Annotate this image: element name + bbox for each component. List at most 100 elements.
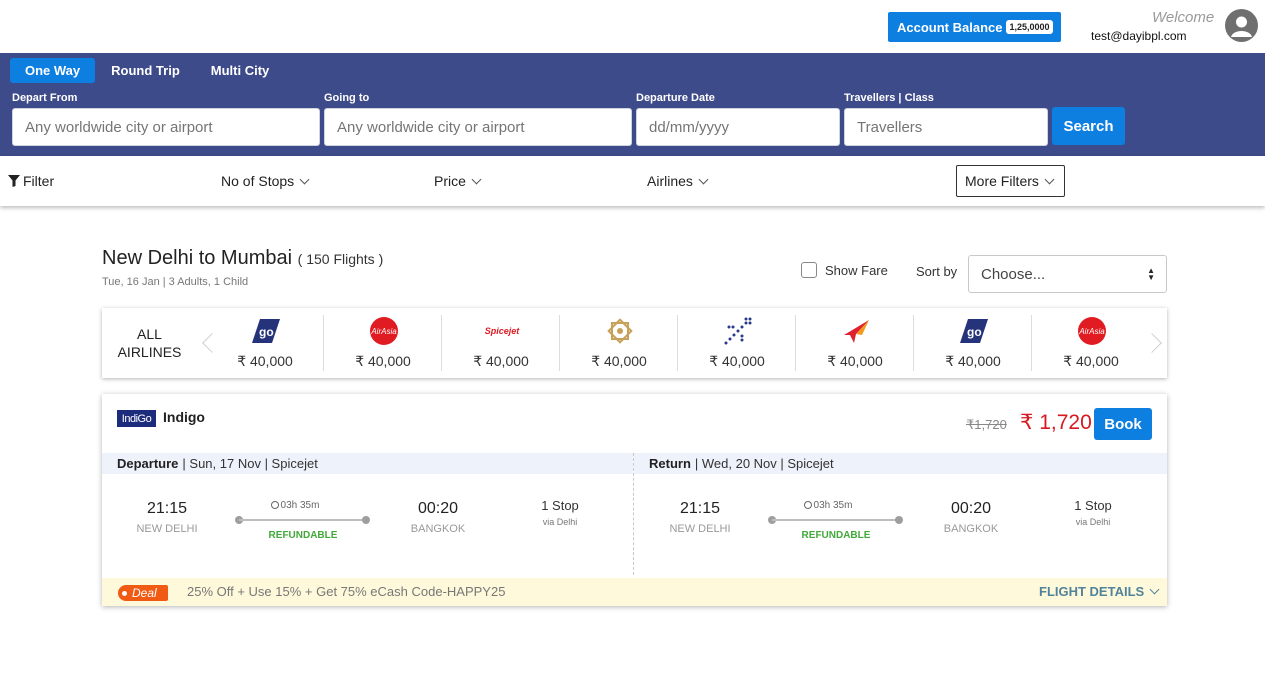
airlines-dropdown[interactable]: Airlines — [647, 173, 709, 189]
stops-count: 1 Stop — [541, 498, 579, 513]
all-airlines-line2: AIRLINES — [117, 344, 182, 360]
airline-filter-strip: ALL AIRLINES go ₹ 40,000 AirAsia ₹ 40,00… — [102, 308, 1167, 378]
book-button[interactable]: Book — [1094, 408, 1152, 440]
airline-price: ₹ 40,000 — [355, 353, 411, 369]
more-filters-button[interactable]: More Filters — [956, 165, 1065, 197]
airindia-logo-icon — [842, 317, 870, 345]
route-end-dot — [362, 516, 370, 524]
svg-text:AirAsia: AirAsia — [370, 327, 397, 336]
going-to-input[interactable] — [324, 108, 632, 146]
departure-time: 21:15 — [146, 500, 188, 517]
filter-bar: Filter No of Stops Price Airlines More F… — [0, 156, 1265, 206]
refundable-badge: REFUNDABLE — [268, 530, 338, 541]
goair-logo-icon: go — [960, 317, 988, 345]
route-line — [239, 519, 367, 521]
chevron-down-icon — [1149, 584, 1160, 595]
svg-text:go: go — [967, 325, 982, 339]
sort-by-label: Sort by — [916, 264, 958, 279]
flight-duration: 03h 35m — [778, 500, 878, 511]
filter-label: Filter — [23, 173, 55, 189]
user-avatar-icon[interactable] — [1225, 9, 1258, 42]
sort-select[interactable]: Choose... ▲ ▼ — [968, 255, 1167, 293]
deal-tag: Deal — [118, 585, 168, 601]
indigo-logo-icon — [724, 317, 752, 345]
show-fare-checkbox[interactable] — [801, 262, 817, 278]
airline-price: ₹ 40,000 — [709, 353, 765, 369]
flight-duration: 03h 35m — [245, 500, 345, 511]
clock-icon — [803, 501, 812, 509]
airline-option[interactable]: ₹ 40,000 — [796, 315, 914, 371]
going-to-label: Going to — [324, 92, 370, 104]
deal-text: 25% Off + Use 15% + Get 75% eCash Code-H… — [187, 584, 506, 599]
chevron-down-icon — [698, 174, 709, 184]
flight-result-card: IndiGo Indigo ₹1,720 ₹ 1,720 Book Depart… — [102, 394, 1167, 606]
tab-multi-city[interactable]: Multi City — [196, 58, 285, 83]
depart-from-input[interactable] — [12, 108, 320, 146]
flight-count: ( 150 Flights ) — [297, 251, 384, 267]
via-city: via Delhi — [1075, 517, 1111, 527]
trip-type-tabs: One Way Round Trip Multi City — [10, 58, 285, 83]
search-panel: One Way Round Trip Multi City Depart Fro… — [0, 53, 1265, 156]
travellers-input[interactable] — [844, 108, 1048, 146]
airasia-logo-icon: AirAsia — [370, 317, 398, 345]
route-line — [772, 519, 900, 521]
svg-text:AirAsia: AirAsia — [1078, 327, 1105, 336]
user-email: test@dayibpl.com — [1091, 29, 1187, 43]
airline-option[interactable]: AirAsia ₹ 40,000 — [324, 315, 442, 371]
flight-details-link[interactable]: FLIGHT DETAILS — [1039, 584, 1160, 599]
tab-round-trip[interactable]: Round Trip — [96, 58, 195, 83]
departure-label: Departure — [117, 456, 179, 471]
deal-tag-label: Deal — [132, 586, 157, 600]
duration-text: 03h 35m — [813, 500, 853, 511]
airline-option[interactable]: Spicejet ₹ 40,000 — [442, 315, 560, 371]
arrival-time: 00:20 — [417, 500, 459, 517]
airline-price: ₹ 40,000 — [237, 353, 293, 369]
chevron-down-icon — [299, 174, 310, 184]
departure-city: NEW DELHI — [669, 523, 731, 535]
stops-dropdown[interactable]: No of Stops — [221, 173, 310, 189]
airline-price: ₹ 40,000 — [945, 353, 1001, 369]
airline-option[interactable]: go ₹ 40,000 — [206, 315, 324, 371]
show-fare-label: Show Fare — [825, 262, 888, 278]
airline-option[interactable]: AirAsia ₹ 40,000 — [1032, 315, 1150, 371]
departure-info: | Sun, 17 Nov | Spicejet — [182, 456, 318, 471]
tab-one-way[interactable]: One Way — [10, 58, 96, 83]
airline-option[interactable]: go ₹ 40,000 — [914, 315, 1032, 371]
departure-date-label: Departure Date — [636, 92, 715, 104]
account-balance-label: Account Balance — [897, 19, 1003, 35]
airline-option[interactable]: ₹ 40,000 — [560, 315, 678, 371]
flight-details-label: FLIGHT DETAILS — [1039, 584, 1145, 599]
departure-city: NEW DELHI — [136, 523, 198, 535]
indigo-logo-icon: IndiGo — [117, 410, 156, 427]
airline-price: ₹ 40,000 — [473, 353, 529, 369]
account-balance-badge: 1,25,0000 — [1006, 20, 1053, 34]
arrival-time: 00:20 — [950, 500, 992, 517]
all-airlines-button[interactable]: ALL AIRLINES — [102, 325, 197, 361]
airlines-label: Airlines — [647, 173, 693, 189]
stops-count: 1 Stop — [1074, 498, 1112, 513]
departure-header: Departure | Sun, 17 Nov | Spicejet — [102, 453, 633, 474]
funnel-icon — [8, 175, 20, 187]
airasia-logo-icon: AirAsia — [1078, 317, 1106, 345]
route-subtitle: Tue, 16 Jan | 3 Adults, 1 Child — [102, 276, 249, 288]
top-header: Account Balance 1,25,0000 Welcome test@d… — [0, 0, 1265, 53]
arrival-city: BANGKOK — [410, 523, 466, 535]
price-dropdown[interactable]: Price — [434, 173, 482, 189]
return-info: | Wed, 20 Nov | Spicejet — [694, 456, 834, 471]
return-header: Return | Wed, 20 Nov | Spicejet — [634, 453, 1167, 474]
spicejet-logo-icon: Spicejet — [482, 317, 522, 345]
svg-text:go: go — [259, 325, 274, 339]
depart-from-label: Depart From — [12, 92, 78, 104]
show-fare-toggle[interactable]: Show Fare — [801, 262, 888, 278]
search-button[interactable]: Search — [1052, 107, 1125, 145]
filter-toggle[interactable]: Filter — [8, 173, 54, 189]
airline-option[interactable]: ₹ 40,000 — [678, 315, 796, 371]
departure-date-input[interactable] — [636, 108, 840, 146]
airline-price: ₹ 40,000 — [1063, 353, 1119, 369]
account-balance-button[interactable]: Account Balance 1,25,0000 — [888, 12, 1061, 42]
price-label: Price — [434, 173, 466, 189]
return-label: Return — [649, 456, 691, 471]
welcome-text: Welcome — [1152, 9, 1215, 26]
select-arrows-icon: ▲ ▼ — [1147, 266, 1155, 282]
via-city: via Delhi — [542, 517, 578, 527]
